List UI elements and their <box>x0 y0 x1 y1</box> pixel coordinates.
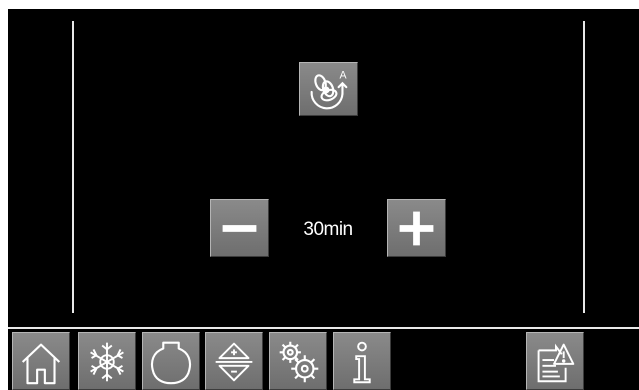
auto-fan-mode-button[interactable]: A <box>299 62 358 116</box>
auto-badge: A <box>340 69 348 81</box>
timer-value: 30min <box>303 219 353 240</box>
nav-report-button[interactable] <box>526 332 584 390</box>
increase-button[interactable] <box>387 199 446 257</box>
nav-up-down-button[interactable] <box>205 332 263 390</box>
nav-cooling-button[interactable] <box>78 332 136 390</box>
nav-divider <box>8 327 639 329</box>
nav-settings-button[interactable] <box>269 332 327 390</box>
nav-info-button[interactable] <box>333 332 391 390</box>
left-divider <box>72 21 74 313</box>
decrease-button[interactable] <box>210 199 269 257</box>
nav-home-button[interactable] <box>12 332 70 390</box>
nav-drum-button[interactable] <box>142 332 200 390</box>
screen: A 30min <box>8 9 639 390</box>
right-divider <box>583 21 585 313</box>
